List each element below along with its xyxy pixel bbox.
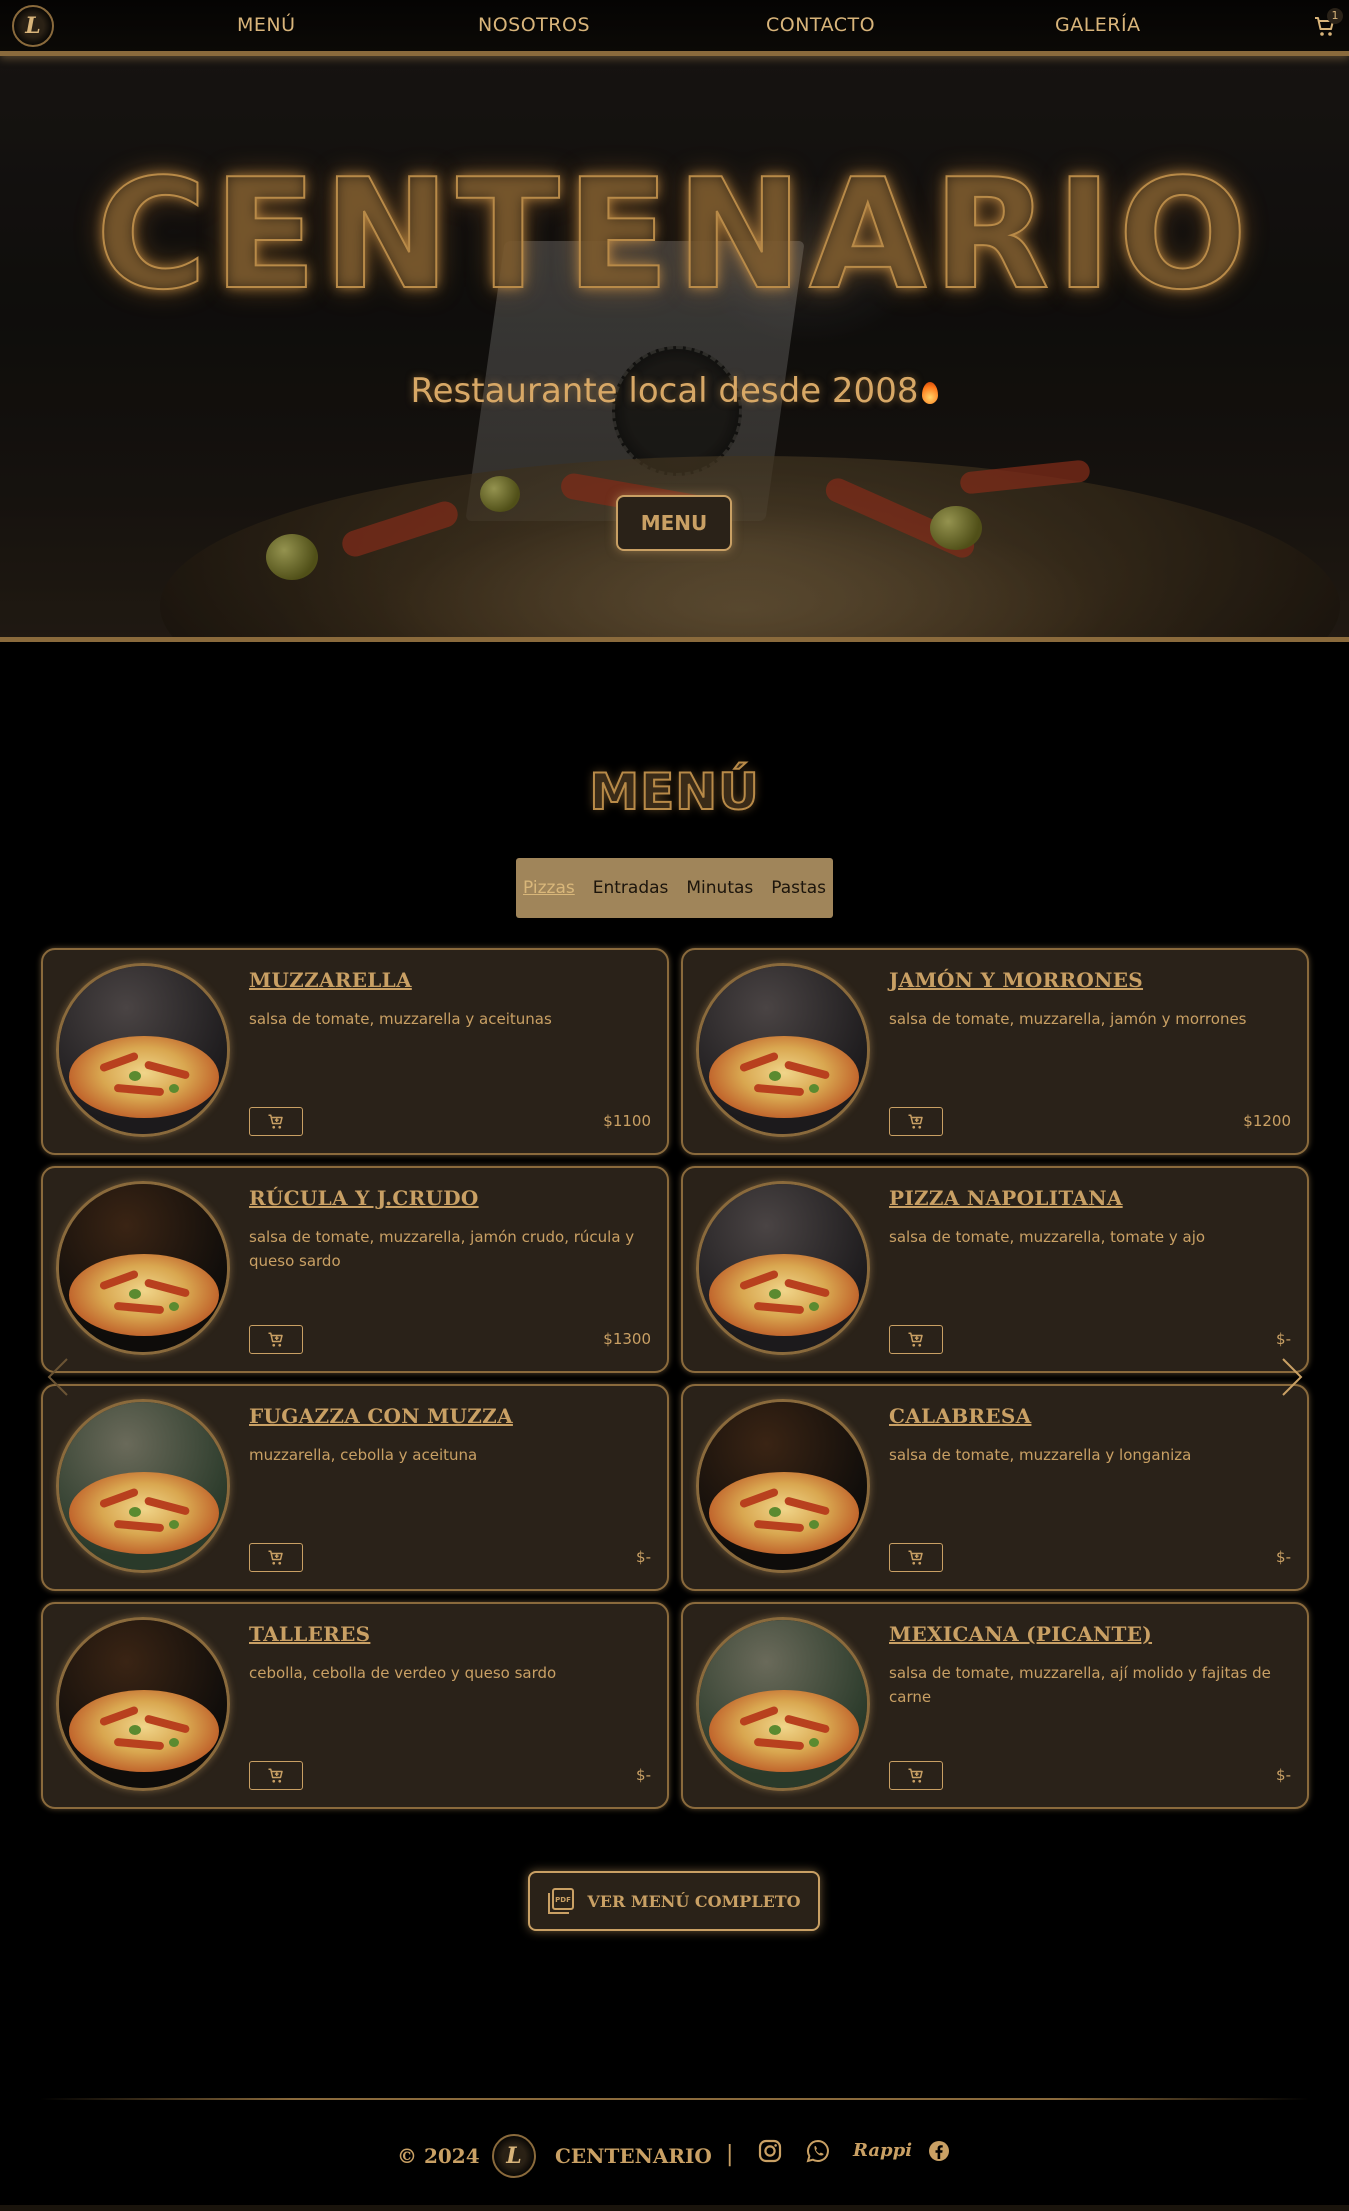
- menu-item-card: PIZZA NAPOLITANA salsa de tomate, muzzar…: [681, 1166, 1309, 1373]
- full-menu-button[interactable]: PDF VER MENÚ COMPLETO: [528, 1871, 820, 1931]
- add-to-cart-icon: [908, 1768, 923, 1783]
- hero-subtitle-text: Restaurante local desde 2008: [410, 371, 919, 411]
- menu-item-description: salsa de tomate, muzzarella y longaniza: [889, 1446, 1192, 1464]
- menu-item-image: [696, 1181, 870, 1355]
- menu-item-price: $-: [636, 1548, 651, 1566]
- add-to-cart-icon: [908, 1114, 923, 1129]
- tab-pizzas[interactable]: Pizzas: [523, 878, 575, 898]
- nav-link-nosotros[interactable]: NOSOTROS: [478, 14, 590, 36]
- menu-item-image: [696, 1617, 870, 1791]
- add-to-cart-button[interactable]: [249, 1761, 303, 1790]
- footer-separator: |: [726, 2142, 734, 2167]
- hero-divider: [0, 637, 1349, 642]
- menu-item-price: $-: [1276, 1330, 1291, 1348]
- menu-item-name: FUGAZZA CON MUZZA: [249, 1404, 513, 1428]
- menu-item-image: [56, 1181, 230, 1355]
- menu-item-price: $-: [1276, 1766, 1291, 1784]
- menu-item-price: $1100: [603, 1112, 651, 1130]
- add-to-cart-icon: [268, 1550, 283, 1565]
- menu-item-card: FUGAZZA CON MUZZA muzzarella, cebolla y …: [41, 1384, 669, 1591]
- pdf-icon: PDF: [548, 1888, 575, 1914]
- menu-item-description: salsa de tomate, muzzarella, ají molido …: [889, 1664, 1271, 1706]
- menu-item-name: TALLERES: [249, 1622, 371, 1646]
- menu-item-image: [696, 963, 870, 1137]
- menu-item-card: MUZZARELLA salsa de tomate, muzzarella y…: [41, 948, 669, 1155]
- carousel-next-arrow-icon[interactable]: [1277, 1355, 1307, 1399]
- add-to-cart-icon: [268, 1332, 283, 1347]
- add-to-cart-button[interactable]: [889, 1107, 943, 1136]
- carousel-prev-arrow-icon[interactable]: [43, 1355, 73, 1399]
- add-to-cart-icon: [268, 1114, 283, 1129]
- fire-icon: [922, 382, 939, 404]
- menu-item-name: MUZZARELLA: [249, 968, 412, 992]
- menu-tabs: Pizzas Entradas Minutas Pastas: [516, 858, 833, 918]
- menu-item-description: muzzarella, cebolla y aceituna: [249, 1446, 478, 1464]
- instagram-icon[interactable]: [757, 2138, 783, 2164]
- menu-item-description: salsa de tomate, muzzarella, jamón crudo…: [249, 1228, 635, 1270]
- add-to-cart-button[interactable]: [889, 1543, 943, 1572]
- footer-brand-name: CENTENARIO: [555, 2144, 712, 2168]
- add-to-cart-icon: [908, 1550, 923, 1565]
- hero-overlay: [0, 56, 1349, 639]
- menu-item-description: salsa de tomate, muzzarella y aceitunas: [249, 1010, 552, 1028]
- footer: © 2024 L CENTENARIO | Rappi: [0, 2128, 1349, 2184]
- menu-item-image: [56, 1399, 230, 1573]
- menu-item-price: $-: [1276, 1548, 1291, 1566]
- hero-subtitle: Restaurante local desde 2008: [0, 371, 1349, 411]
- footer-divider: [40, 2098, 1309, 2100]
- menu-item-name: RÚCULA Y J.CRUDO: [249, 1186, 479, 1210]
- bottom-bar: [0, 2205, 1349, 2211]
- add-to-cart-button[interactable]: [249, 1325, 303, 1354]
- menu-item-card: RÚCULA Y J.CRUDO salsa de tomate, muzzar…: [41, 1166, 669, 1373]
- menu-item-card: CALABRESA salsa de tomate, muzzarella y …: [681, 1384, 1309, 1591]
- nav-link-galeria[interactable]: GALERÍA: [1055, 14, 1141, 36]
- hero-section: CENTENARIO Restaurante local desde 2008 …: [0, 56, 1349, 639]
- menu-item-card: JAMÓN Y MORRONES salsa de tomate, muzzar…: [681, 948, 1309, 1155]
- menu-item-price: $-: [636, 1766, 651, 1784]
- cart-button[interactable]: 1: [1311, 8, 1343, 40]
- add-to-cart-button[interactable]: [889, 1325, 943, 1354]
- add-to-cart-button[interactable]: [889, 1761, 943, 1790]
- tab-minutas[interactable]: Minutas: [686, 878, 753, 898]
- rappi-link[interactable]: Rappi: [853, 2140, 912, 2161]
- menu-item-description: cebolla, cebolla de verdeo y queso sardo: [249, 1664, 557, 1682]
- hero-menu-button[interactable]: MENU: [616, 495, 732, 551]
- menu-item-name: JAMÓN Y MORRONES: [889, 968, 1144, 992]
- footer-logo-icon: L: [492, 2134, 536, 2178]
- menu-item-image: [696, 1399, 870, 1573]
- tab-entradas[interactable]: Entradas: [593, 878, 669, 898]
- menu-item-name: CALABRESA: [889, 1404, 1032, 1428]
- menu-item-price: $1300: [603, 1330, 651, 1348]
- cart-count-badge: 1: [1327, 8, 1343, 24]
- add-to-cart-button[interactable]: [249, 1543, 303, 1572]
- menu-item-image: [56, 1617, 230, 1791]
- menu-item-image: [56, 963, 230, 1137]
- menu-item-name: PIZZA NAPOLITANA: [889, 1186, 1123, 1210]
- menu-item-price: $1200: [1243, 1112, 1291, 1130]
- menu-item-card: MEXICANA (PICANTE) salsa de tomate, muzz…: [681, 1602, 1309, 1809]
- add-to-cart-icon: [908, 1332, 923, 1347]
- pdf-icon-label: PDF: [556, 1896, 572, 1904]
- add-to-cart-icon: [268, 1768, 283, 1783]
- menu-item-name: MEXICANA (PICANTE): [889, 1622, 1153, 1646]
- add-to-cart-button[interactable]: [249, 1107, 303, 1136]
- menu-item-description: salsa de tomate, muzzarella, tomate y aj…: [889, 1228, 1206, 1246]
- navbar: L MENÚ NOSOTROS CONTACTO GALERÍA 1: [0, 0, 1349, 56]
- tab-pastas[interactable]: Pastas: [771, 878, 826, 898]
- footer-copyright: © 2024: [397, 2144, 480, 2168]
- menu-heading: MENÚ: [588, 762, 760, 822]
- hero-title: CENTENARIO: [95, 145, 1254, 324]
- whatsapp-icon[interactable]: [805, 2138, 831, 2164]
- nav-link-contacto[interactable]: CONTACTO: [766, 14, 875, 36]
- facebook-icon[interactable]: [926, 2138, 952, 2164]
- menu-item-description: salsa de tomate, muzzarella, jamón y mor…: [889, 1010, 1247, 1028]
- logo-icon[interactable]: L: [12, 5, 54, 47]
- nav-link-menu[interactable]: MENÚ: [237, 14, 296, 36]
- full-menu-button-label: VER MENÚ COMPLETO: [587, 1891, 801, 1911]
- menu-item-card: TALLERES cebolla, cebolla de verdeo y qu…: [41, 1602, 669, 1809]
